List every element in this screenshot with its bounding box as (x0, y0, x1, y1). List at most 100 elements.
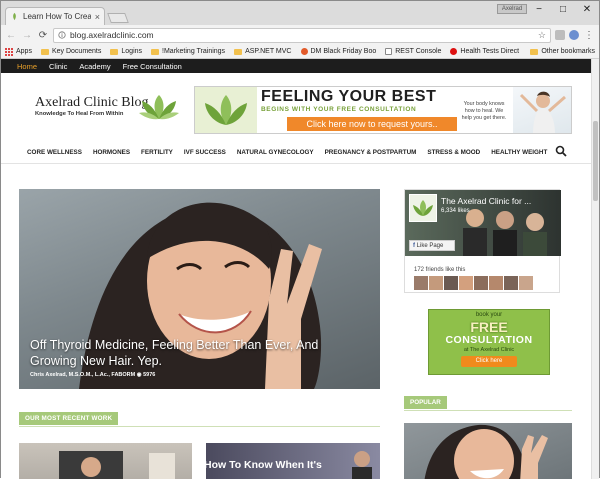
ad-line-1: book your (475, 312, 503, 318)
facebook-like-button[interactable]: f Like Page (409, 240, 455, 251)
view-count: 5976 (143, 372, 156, 378)
topnav-home[interactable]: Home (17, 62, 37, 71)
info-icon[interactable] (58, 31, 66, 39)
page-scrollbar[interactable] (591, 59, 599, 479)
nav-ivf-success[interactable]: IVF SUCCESS (184, 149, 226, 156)
url-text[interactable]: blog.axelradclinic.com (70, 30, 534, 40)
search-icon[interactable] (555, 145, 567, 157)
avatar[interactable] (444, 276, 458, 290)
facebook-page-widget: The Axelrad Clinic for ... 6,334 likes f… (404, 189, 561, 293)
extension-icon[interactable] (555, 30, 565, 40)
bookmark-apps[interactable]: Apps (5, 47, 32, 56)
featured-title[interactable]: Off Thyroid Medicine, Feeling Better Tha… (30, 337, 360, 369)
avatar[interactable] (429, 276, 443, 290)
close-window-button[interactable]: ✕ (577, 4, 597, 16)
new-tab-button[interactable] (107, 13, 129, 23)
popular-header: POPULAR (404, 395, 572, 411)
facebook-page-thumbnail[interactable] (409, 194, 437, 222)
nav-healthy-weight[interactable]: HEALTHY WEIGHT (491, 149, 547, 156)
tab-close-icon[interactable]: × (95, 12, 100, 22)
page-viewport: Home Clinic Academy Free Consultation Ax… (1, 59, 591, 479)
bookmark-dm-black-friday[interactable]: DM Black Friday Boo (300, 48, 377, 55)
folder-icon (151, 48, 160, 55)
bookmark-health-tests-direct[interactable]: Health Tests Direct (450, 48, 519, 55)
avatar[interactable] (504, 276, 518, 290)
bookmark-other[interactable]: Other bookmarks (530, 48, 595, 55)
bookmark-aspnet-mvc[interactable]: ASP.NET MVC (234, 48, 292, 55)
nav-core-wellness[interactable]: CORE WELLNESS (27, 149, 82, 156)
bookmark-label: DM Black Friday Boo (310, 48, 377, 55)
facebook-page-name[interactable]: The Axelrad Clinic for ... (441, 196, 531, 206)
woman-photo (519, 91, 566, 133)
recent-post-card-1[interactable] (19, 443, 192, 479)
facebook-cover[interactable]: The Axelrad Clinic for ... 6,334 likes f… (405, 190, 561, 256)
topnav-free-consultation[interactable]: Free Consultation (123, 62, 182, 71)
banner-side-text: Your body knows how to heal. We help you… (461, 101, 507, 121)
avatar[interactable] (474, 276, 488, 290)
nav-hormones[interactable]: HORMONES (93, 149, 130, 156)
bookmark-label: REST Console (395, 48, 442, 55)
extension-icon-2[interactable] (569, 30, 579, 40)
bookmark-label: Apps (16, 48, 32, 55)
facebook-friends-text: 172 friends like this (414, 267, 466, 273)
page-icon (385, 48, 393, 55)
bookmark-logins[interactable]: Logins (110, 48, 142, 55)
banner-cta-button[interactable]: Click here now to request yours.. (287, 117, 457, 131)
bookmark-label: !Marketing Trainings (162, 48, 226, 55)
post-thumbnail (352, 451, 372, 479)
avatar[interactable] (489, 276, 503, 290)
nav-pregnancy-postpartum[interactable]: PREGNANCY & POSTPARTUM (325, 149, 417, 156)
maximize-button[interactable]: □ (553, 4, 573, 16)
free-consultation-ad[interactable]: book your FREE CONSULTATION at The Axelr… (428, 309, 550, 375)
minimize-button[interactable]: − (529, 4, 549, 16)
folder-icon (40, 48, 49, 55)
nav-natural-gynecology[interactable]: NATURAL GYNECOLOGY (237, 149, 314, 156)
avatar[interactable] (414, 276, 428, 290)
forward-icon[interactable]: → (21, 30, 33, 41)
featured-meta: Chris Axelrad, M.S.O.M., L.Ac., FABORM ◉… (30, 372, 155, 378)
bookmark-label: Other bookmarks (541, 48, 595, 55)
consultation-banner-ad[interactable]: FEELING YOUR BEST BEGINS WITH YOUR FREE … (194, 86, 572, 134)
bookmark-label: Health Tests Direct (460, 48, 520, 55)
nav-fertility[interactable]: FERTILITY (141, 149, 173, 156)
tab-title: Learn How To Create Tha (23, 12, 91, 21)
banner-subhead: BEGINS WITH YOUR FREE CONSULTATION (261, 106, 417, 113)
site-logo[interactable]: Axelrad Clinic Blog Knowledge To Heal Fr… (35, 95, 185, 125)
bookmark-label: ASP.NET MVC (245, 48, 292, 55)
bookmark-star-icon[interactable]: ☆ (538, 30, 546, 41)
section-title: POPULAR (404, 396, 447, 409)
user-profile-button[interactable]: Axelrad (497, 4, 527, 14)
back-icon[interactable]: ← (5, 30, 17, 41)
recent-post-card-2[interactable]: How To Know When It's (206, 443, 380, 479)
bookmark-label: Key Documents (51, 48, 102, 55)
tab-active[interactable]: Learn How To Create Tha × (5, 7, 105, 25)
bookmark-key-documents[interactable]: Key Documents (40, 48, 102, 55)
browser-window: Learn How To Create Tha × Axelrad − □ ✕ … (0, 0, 600, 479)
scrollbar-thumb[interactable] (593, 121, 598, 201)
menu-icon[interactable]: ⋮ (583, 30, 595, 41)
section-title: OUR MOST RECENT WORK (19, 412, 119, 425)
site-favicon-icon (13, 12, 16, 21)
bookmark-rest-console[interactable]: REST Console (385, 48, 441, 55)
folder-icon (234, 48, 243, 55)
bookmark-marketing-trainings[interactable]: !Marketing Trainings (151, 48, 225, 55)
ad-line-4: at The Axelrad Clinic (463, 347, 515, 353)
featured-post[interactable]: Off Thyroid Medicine, Feeling Better Tha… (19, 189, 380, 389)
reload-icon[interactable]: ⟳ (37, 30, 49, 41)
nav-stress-mood[interactable]: STRESS & MOOD (427, 149, 480, 156)
banner-graphic (195, 87, 257, 133)
main-category-nav: CORE WELLNESS HORMONES FERTILITY IVF SUC… (1, 145, 591, 159)
topnav-clinic[interactable]: Clinic (49, 62, 67, 71)
omnibox[interactable]: blog.axelradclinic.com ☆ (53, 27, 551, 43)
lotus-icon (413, 200, 433, 216)
drop-icon (450, 48, 458, 55)
avatar[interactable] (519, 276, 533, 290)
ad-click-button[interactable]: Click here (461, 356, 517, 367)
lotus-logo-icon (139, 95, 179, 120)
topnav-academy[interactable]: Academy (79, 62, 110, 71)
ad-line-3: CONSULTATION (445, 334, 533, 346)
folder-icon (110, 48, 119, 55)
folder-icon (530, 48, 539, 55)
avatar[interactable] (459, 276, 473, 290)
popular-post-card[interactable] (404, 423, 572, 479)
